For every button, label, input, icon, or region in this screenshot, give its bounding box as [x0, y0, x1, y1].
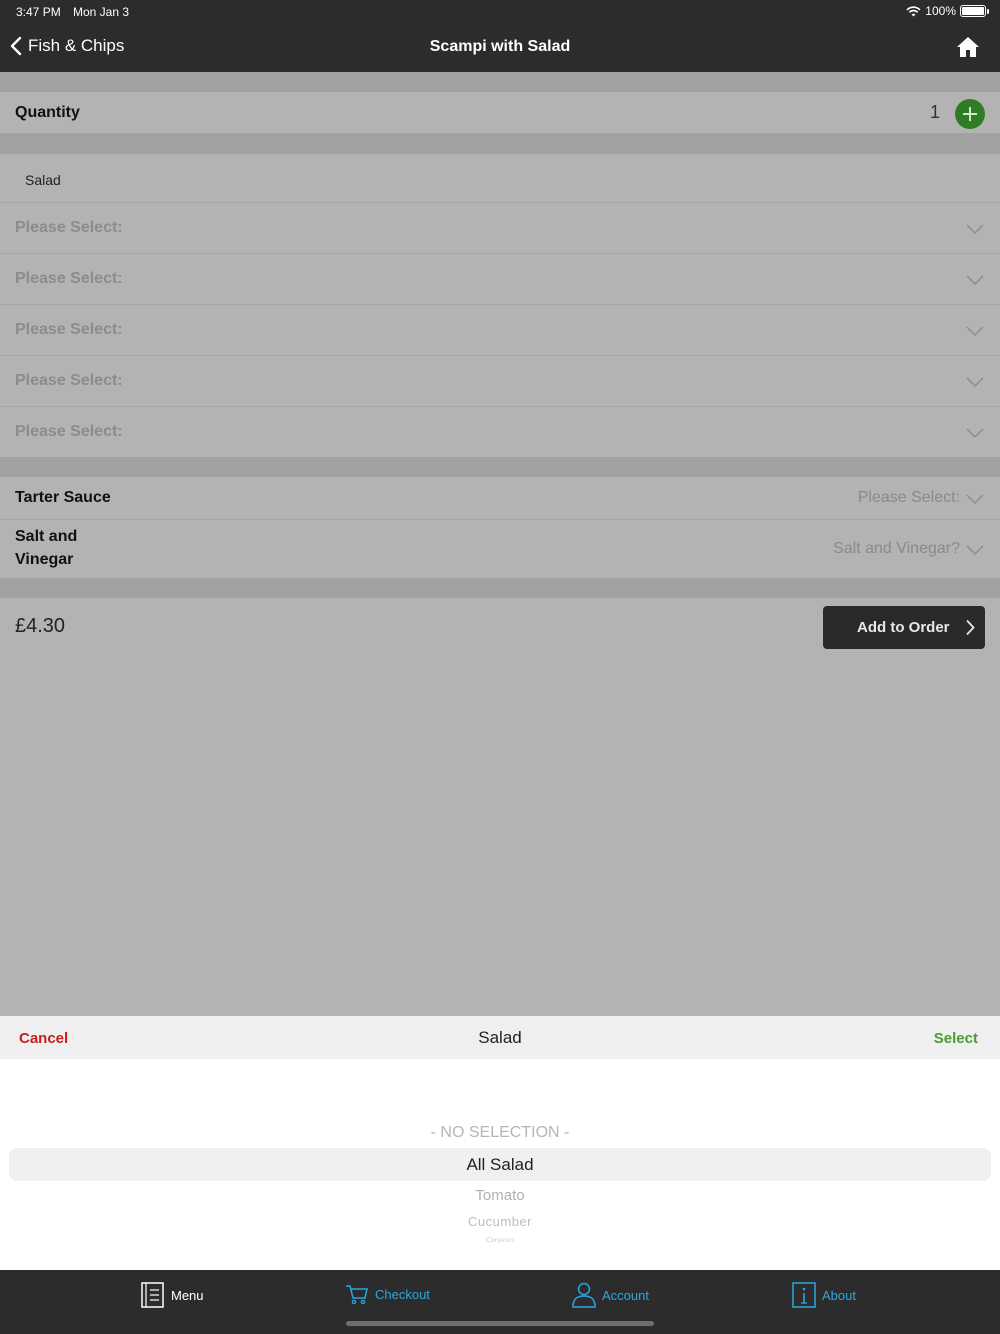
- quantity-label: Quantity: [15, 104, 80, 121]
- select-placeholder: Please Select:: [15, 423, 123, 440]
- tarter-sauce-label: Tarter Sauce: [15, 489, 111, 506]
- home-icon[interactable]: [956, 36, 980, 58]
- section-gap: [0, 134, 1000, 154]
- salad-select-2[interactable]: Please Select:: [0, 254, 1000, 305]
- select-placeholder: Please Select:: [15, 372, 123, 389]
- picker-select-button[interactable]: Select: [934, 1030, 978, 1047]
- salad-select-1[interactable]: Please Select:: [0, 203, 1000, 254]
- menu-book-icon: [141, 1282, 164, 1308]
- picker-option[interactable]: Onion: [0, 1236, 1000, 1243]
- battery-icon: [960, 5, 989, 17]
- status-right: 100%: [906, 4, 989, 18]
- chevron-down-icon: [966, 224, 984, 235]
- add-to-order-label: Add to Order: [857, 619, 950, 636]
- chevron-right-icon: [966, 619, 975, 636]
- tab-checkout-label: Checkout: [375, 1286, 430, 1302]
- info-icon: [792, 1282, 816, 1308]
- salt-vinegar-label-line1: Salt and: [15, 528, 78, 545]
- chevron-down-icon: [966, 377, 984, 388]
- picker-option[interactable]: Cucumber: [0, 1214, 1000, 1229]
- salt-vinegar-label-line2: Vinegar: [15, 551, 74, 568]
- section-gap: [0, 457, 1000, 477]
- salt-vinegar-placeholder: Salt and Vinegar?: [833, 540, 960, 557]
- add-to-order-button[interactable]: Add to Order: [823, 606, 985, 649]
- person-icon: [572, 1282, 596, 1308]
- picker-option-selected[interactable]: All Salad: [0, 1155, 1000, 1175]
- quantity-row: Quantity 1: [0, 92, 1000, 134]
- price-label: £4.30: [15, 615, 66, 637]
- top-bar: 3:47 PM Mon Jan 3 100% Fish & Chips Scam…: [0, 0, 1000, 72]
- status-date: Mon Jan 3: [73, 5, 130, 19]
- tab-checkout[interactable]: Checkout: [345, 1282, 430, 1306]
- salad-select-3[interactable]: Please Select:: [0, 305, 1000, 356]
- picker-toolbar: Cancel Salad Select: [0, 1016, 1000, 1059]
- salad-select-5[interactable]: Please Select:: [0, 407, 1000, 457]
- picker-title: Salad: [478, 1028, 522, 1047]
- tarter-sauce-row[interactable]: Tarter Sauce Please Select:: [0, 477, 1000, 520]
- salad-header: Salad: [25, 172, 61, 188]
- increment-quantity-button[interactable]: [955, 99, 985, 129]
- battery-percent: 100%: [925, 4, 956, 18]
- picker-wheel[interactable]: - NO SELECTION - All Salad Tomato Cucumb…: [0, 1059, 1000, 1270]
- chevron-down-icon: [966, 545, 984, 556]
- tab-menu[interactable]: Menu: [141, 1282, 204, 1308]
- picker-option[interactable]: Tomato: [0, 1187, 1000, 1204]
- select-placeholder: Please Select:: [15, 219, 123, 236]
- tab-about[interactable]: About: [792, 1282, 856, 1308]
- select-placeholder: Please Select:: [15, 321, 123, 338]
- tarter-sauce-placeholder: Please Select:: [857, 489, 960, 506]
- salad-header-row: Salad: [0, 154, 1000, 203]
- select-placeholder: Please Select:: [15, 270, 123, 287]
- wifi-icon: [906, 5, 921, 16]
- chevron-down-icon: [966, 326, 984, 337]
- chevron-down-icon: [966, 494, 984, 505]
- page-title: Scampi with Salad: [429, 38, 571, 55]
- home-indicator[interactable]: [346, 1321, 654, 1326]
- status-time: 3:47 PM: [16, 5, 61, 19]
- salad-select-4[interactable]: Please Select:: [0, 356, 1000, 407]
- chevron-down-icon: [966, 275, 984, 286]
- chevron-down-icon: [966, 428, 984, 439]
- tab-about-label: About: [822, 1287, 856, 1303]
- tab-account-label: Account: [602, 1287, 649, 1303]
- tab-menu-label: Menu: [171, 1287, 204, 1303]
- section-gap: [0, 72, 1000, 92]
- section-gap: [0, 578, 1000, 598]
- quantity-value: 1: [929, 102, 940, 122]
- salt-vinegar-row[interactable]: Salt and Vinegar Salt and Vinegar?: [0, 520, 1000, 578]
- cart-icon: [346, 1285, 368, 1305]
- picker-option[interactable]: - NO SELECTION -: [0, 1124, 1000, 1142]
- tab-account[interactable]: Account: [572, 1282, 649, 1308]
